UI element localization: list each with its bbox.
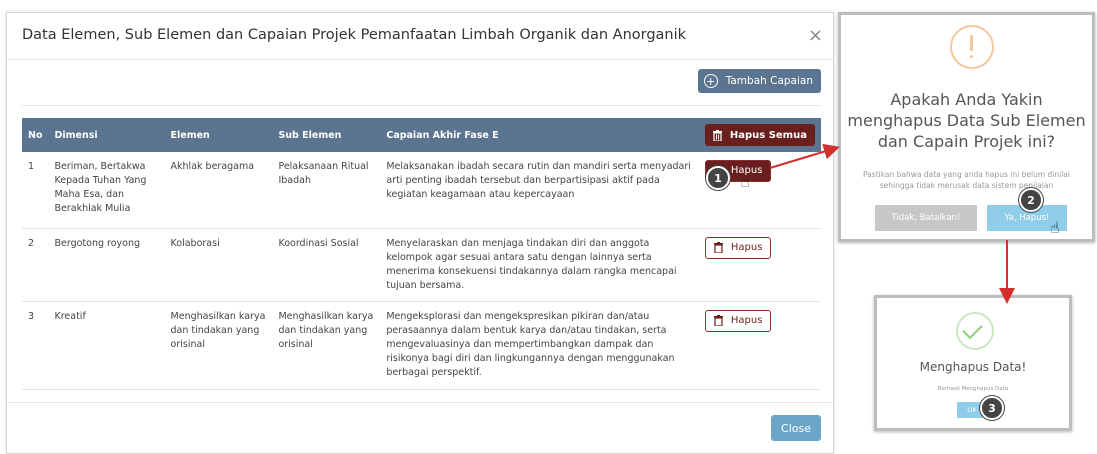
cell-capaian: Menyelaraskan dan menjaga tindakan diri … [380, 228, 699, 302]
delete-all-label: Hapus Semua [729, 129, 807, 141]
cell-dimensi: Kreatif [48, 301, 165, 390]
cell-action: Hapus [698, 152, 821, 229]
confirm-title: Apakah Anda Yakin menghapus Data Sub Ele… [847, 90, 1086, 151]
col-header-dimensi: Dimensi [54, 129, 98, 141]
close-button[interactable]: Close [771, 415, 821, 441]
col-header-action: Hapus Semua [699, 118, 821, 152]
step-badge-1: 1 [706, 166, 730, 190]
trash-icon [712, 129, 722, 141]
cell-no: 1 [22, 152, 49, 229]
capaian-table: No Dimensi Elemen Sub Elemen Capaian Akh… [22, 118, 821, 390]
delete-row-label: Hapus [730, 241, 763, 253]
cell-sub-elemen: Koordinasi Sosial [272, 228, 381, 302]
success-text: Berhasil Menghapus Data [937, 386, 1009, 392]
step-badge-2: 2 [1019, 188, 1043, 212]
cell-elemen: Menghasilkan karya dan tindakan yang ori… [164, 301, 273, 390]
cell-capaian: Melaksanakan ibadah secara rutin dan man… [380, 152, 699, 229]
delete-all-button[interactable]: Hapus Semua [704, 124, 815, 146]
delete-row-label: Hapus [730, 314, 763, 326]
delete-row-button[interactable]: Hapus [704, 236, 772, 259]
col-header-capaian: Capaian Akhir Fase E [386, 129, 499, 141]
cell-dimensi: Bergotong royong [48, 228, 165, 302]
cell-sub-elemen: Menghasilkan karya dan tindakan yang ori… [272, 301, 381, 390]
success-title: Menghapus Data! [919, 360, 1027, 374]
warning-icon [950, 25, 994, 69]
table-header-row: No Dimensi Elemen Sub Elemen Capaian Akh… [22, 118, 821, 152]
toolbar: + Tambah Capaian [22, 69, 821, 106]
cell-sub-elemen: Pelaksanaan Ritual Ibadah [272, 152, 381, 229]
cell-no: 3 [22, 301, 49, 390]
close-icon[interactable]: × [808, 25, 823, 46]
hand-cursor-icon: ☝ [740, 172, 750, 191]
table-row: 2 Bergotong royong Kolaborasi Koordinasi… [22, 228, 821, 302]
plus-circle-icon: + [703, 74, 718, 88]
cancel-button[interactable]: Tidak, Batalkan! [875, 205, 977, 231]
table-row: 1 Beriman, Bertakwa Kepada Tuhan Yang Ma… [22, 152, 821, 229]
success-dialog: Menghapus Data! Berhasil Menghapus Data … [874, 295, 1072, 431]
col-header-no: No [28, 129, 43, 141]
modal-header: Data Elemen, Sub Elemen dan Capaian Proj… [7, 13, 833, 60]
cell-no: 2 [22, 228, 49, 302]
confirm-text: Pastikan bahwa data yang anda hapus ini … [863, 170, 1070, 190]
modal-dialog: Data Elemen, Sub Elemen dan Capaian Proj… [6, 12, 834, 454]
cell-capaian: Mengeksplorasi dan mengekspresikan pikir… [380, 301, 699, 390]
modal-title: Data Elemen, Sub Elemen dan Capaian Proj… [22, 27, 687, 43]
table-row: 3 Kreatif Menghasilkan karya dan tindaka… [22, 301, 821, 390]
col-header-elemen: Elemen [170, 129, 210, 141]
confirm-dialog: Apakah Anda Yakin menghapus Data Sub Ele… [838, 12, 1095, 242]
trash-icon [713, 315, 723, 326]
step-badge-3: 3 [980, 396, 1004, 420]
cell-dimensi: Beriman, Bertakwa Kepada Tuhan Yang Maha… [48, 152, 165, 229]
trash-icon [713, 242, 723, 253]
modal-footer: Close [7, 402, 833, 453]
cell-elemen: Akhlak beragama [164, 152, 273, 229]
delete-row-button[interactable]: Hapus [704, 309, 772, 332]
add-capaian-button[interactable]: + Tambah Capaian [697, 69, 821, 93]
cell-action: Hapus [698, 228, 821, 302]
cell-action: Hapus [698, 301, 821, 390]
check-icon [956, 312, 994, 350]
hand-cursor-icon: ☝ [1050, 218, 1060, 237]
add-capaian-label: Tambah Capaian [725, 75, 813, 87]
cell-elemen: Kolaborasi [164, 228, 273, 302]
col-header-sub-elemen: Sub Elemen [278, 129, 342, 141]
